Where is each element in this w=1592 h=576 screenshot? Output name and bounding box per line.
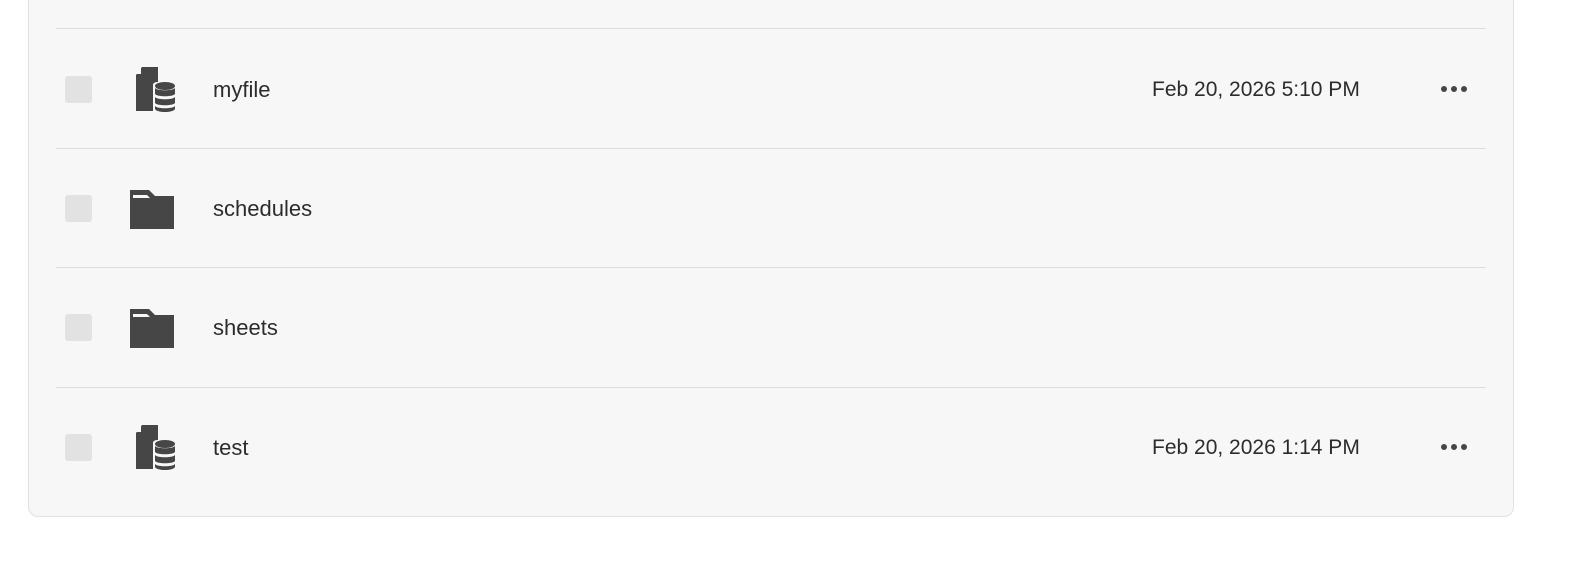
table-row[interactable]: sheets <box>56 267 1486 388</box>
folder-icon <box>130 186 176 232</box>
file-name[interactable]: test <box>213 387 248 508</box>
table-row[interactable]: test Feb 20, 2026 1:14 PM <box>56 387 1486 508</box>
table-row[interactable]: schedules <box>56 148 1486 269</box>
dataset-file-icon <box>130 425 176 471</box>
row-select-checkbox[interactable] <box>65 434 92 461</box>
folder-name[interactable]: sheets <box>213 267 278 388</box>
folder-name[interactable]: schedules <box>213 148 312 269</box>
table-row[interactable]: myfile Feb 20, 2026 5:10 PM <box>56 29 1486 150</box>
row-select-checkbox[interactable] <box>65 314 92 341</box>
dataset-file-icon <box>130 67 176 113</box>
modified-date: Feb 20, 2026 1:14 PM <box>1152 436 1360 459</box>
row-select-checkbox[interactable] <box>65 76 92 103</box>
more-horizontal-icon[interactable] <box>1438 75 1470 103</box>
folder-icon <box>130 305 176 351</box>
file-name[interactable]: myfile <box>213 29 270 150</box>
more-horizontal-icon[interactable] <box>1438 433 1470 461</box>
row-select-checkbox[interactable] <box>65 195 92 222</box>
modified-date: Feb 20, 2026 5:10 PM <box>1152 78 1360 101</box>
